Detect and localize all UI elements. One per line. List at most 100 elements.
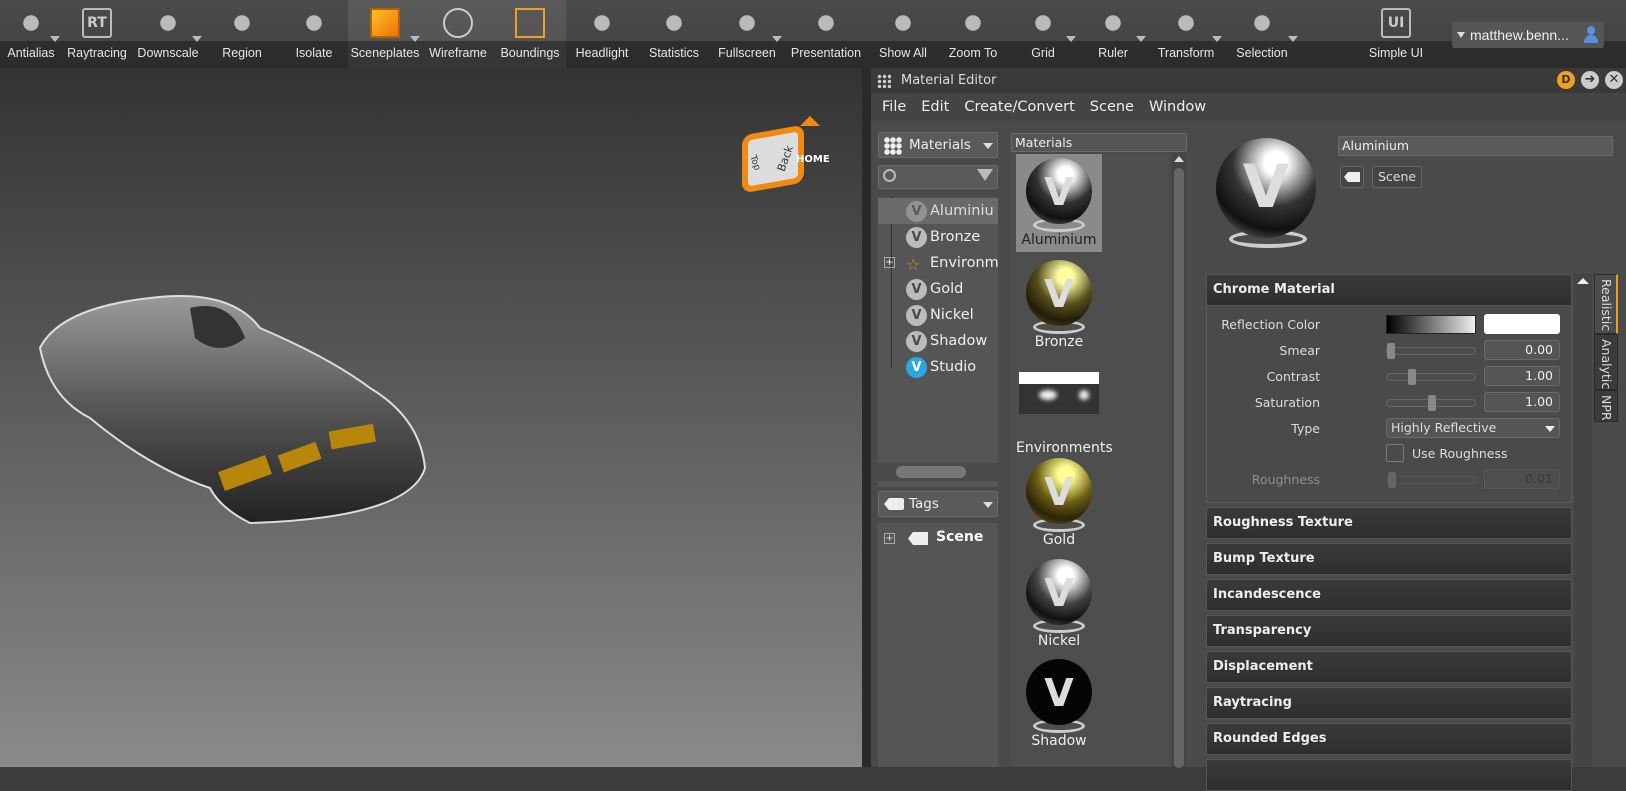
type-select[interactable]: Highly Reflective — [1386, 418, 1560, 438]
statistics-icon — [659, 8, 689, 38]
scroll-up-icon[interactable] — [1174, 156, 1184, 162]
toolbar-presentation-button[interactable]: Presentation — [784, 0, 868, 68]
filter-icon[interactable] — [977, 169, 993, 181]
user-menu[interactable]: matthew.benn... — [1452, 22, 1604, 48]
tree-item-nickel[interactable]: V Nickel — [878, 302, 998, 328]
slider-knob[interactable] — [1387, 343, 1395, 359]
expand-plus-icon[interactable]: + — [884, 533, 895, 544]
properties-scrollbar[interactable] — [1574, 274, 1592, 767]
tree-item-aluminium[interactable]: V Aluminiu — [878, 198, 998, 224]
tree-item-gold[interactable]: V Gold — [878, 276, 998, 302]
tree-hscrollbar[interactable] — [878, 463, 998, 481]
slider-knob[interactable] — [1428, 395, 1436, 411]
contrast-slider[interactable] — [1386, 369, 1476, 385]
toolbar-wireframe-button[interactable]: Wireframe — [422, 0, 494, 68]
thumb-environments[interactable]: Environments — [1016, 372, 1113, 462]
chevron-down-icon[interactable] — [1136, 36, 1146, 42]
saturation-slider[interactable] — [1386, 395, 1476, 411]
arrow-right-icon[interactable]: ➜ — [1581, 71, 1599, 89]
3d-viewport[interactable]: Back Top HOME — [0, 68, 862, 767]
scroll-up-icon[interactable] — [1577, 278, 1589, 284]
d-badge-icon[interactable]: D — [1557, 71, 1575, 89]
chevron-down-icon[interactable] — [1066, 36, 1076, 42]
toolbar-headlight-button[interactable]: Headlight — [566, 0, 638, 68]
toolbar-grid-button[interactable]: Grid — [1008, 0, 1078, 68]
tag-item-scene[interactable]: Scene — [936, 529, 983, 545]
thumb-bronze[interactable]: Bronze — [1016, 256, 1102, 354]
menu-file[interactable]: File — [882, 99, 906, 115]
panel-splitter[interactable] — [862, 68, 871, 767]
toolbar-sceneplates-button[interactable]: Sceneplates — [348, 0, 422, 68]
scene-tag-chip[interactable]: Scene — [1372, 166, 1423, 188]
toolbar-region-button[interactable]: Region — [204, 0, 280, 68]
chevron-down-icon[interactable] — [1288, 36, 1298, 42]
tags-dropdown[interactable]: Tags — [878, 491, 998, 517]
roughness-input[interactable]: 0.01 — [1484, 469, 1560, 489]
toolbar-selection-button[interactable]: Selection — [1224, 0, 1300, 68]
toolbar-zoom-to-button[interactable]: Zoom To — [938, 0, 1008, 68]
smear-slider[interactable] — [1386, 343, 1476, 359]
section-transparency[interactable]: Transparency — [1206, 615, 1572, 647]
toolbar-simple-ui-button[interactable]: UI Simple UI — [1356, 0, 1436, 68]
toolbar-fullscreen-button[interactable]: Fullscreen — [710, 0, 784, 68]
thumb-gold[interactable]: Gold — [1016, 454, 1102, 552]
close-icon[interactable]: ✕ — [1605, 71, 1623, 89]
reflection-gradient[interactable] — [1386, 315, 1476, 334]
section-displacement[interactable]: Displacement — [1206, 651, 1572, 683]
chevron-down-icon[interactable] — [1212, 36, 1222, 42]
toolbar-boundings-button[interactable]: Boundings — [494, 0, 566, 68]
section-bump-texture[interactable]: Bump Texture — [1206, 543, 1572, 575]
toolbar-ruler-button[interactable]: Ruler — [1078, 0, 1148, 68]
tag-icon — [884, 498, 904, 510]
menu-scene[interactable]: Scene — [1090, 99, 1134, 115]
tree-item-environments[interactable]: + ☆ Environm — [878, 250, 998, 276]
home-icon[interactable] — [800, 116, 820, 126]
contrast-input[interactable]: 1.00 — [1484, 366, 1560, 386]
toolbar-raytracing-button[interactable]: RT Raytracing — [62, 0, 132, 68]
tab-realistic[interactable]: Realistic — [1594, 274, 1618, 334]
section-more[interactable] — [1206, 759, 1572, 791]
tag-button[interactable] — [1340, 166, 1364, 188]
chevron-down-icon[interactable] — [772, 36, 782, 42]
section-raytracing[interactable]: Raytracing — [1206, 687, 1572, 719]
tab-analytic[interactable]: Analytic — [1594, 334, 1618, 390]
menu-window[interactable]: Window — [1149, 99, 1206, 115]
navigation-cube[interactable]: Back Top HOME — [742, 116, 830, 194]
saturation-input[interactable]: 1.00 — [1484, 392, 1560, 412]
chevron-down-icon[interactable] — [410, 36, 420, 42]
thumb-aluminium[interactable]: Aluminium — [1016, 154, 1102, 252]
tab-npr[interactable]: NPR — [1594, 390, 1618, 422]
toolbar-antialias-button[interactable]: Antialias — [0, 0, 62, 68]
toolbar-label: Raytracing — [67, 46, 127, 60]
menu-edit[interactable]: Edit — [921, 99, 949, 115]
tree-item-shadow[interactable]: V Shadow — [878, 328, 998, 354]
toolbar-isolate-button[interactable]: Isolate — [280, 0, 348, 68]
chevron-down-icon[interactable] — [50, 36, 60, 42]
section-roughness-texture[interactable]: Roughness Texture — [1206, 507, 1572, 539]
section-incandescence[interactable]: Incandescence — [1206, 579, 1572, 611]
search-input[interactable] — [878, 165, 998, 189]
expand-plus-icon[interactable]: + — [884, 257, 895, 268]
tree-item-studio[interactable]: V Studio — [878, 354, 998, 380]
home-label[interactable]: HOME — [796, 154, 830, 165]
material-name-input[interactable]: Aluminium — [1338, 136, 1613, 156]
thumbnail-scrollbar[interactable] — [1172, 154, 1186, 768]
thumb-shadow[interactable]: Shadow — [1016, 655, 1102, 755]
chevron-down-icon[interactable] — [192, 36, 202, 42]
tree-item-bronze[interactable]: V Bronze — [878, 224, 998, 250]
slider-knob[interactable] — [1407, 369, 1416, 385]
tree-view-dropdown[interactable]: Materials — [878, 132, 998, 158]
use-roughness-checkbox[interactable] — [1386, 444, 1404, 462]
reflection-color-swatch[interactable] — [1484, 314, 1560, 334]
toolbar-show-all-button[interactable]: Show All — [868, 0, 938, 68]
toolbar-downscale-button[interactable]: Downscale — [132, 0, 204, 68]
smear-input[interactable]: 0.00 — [1484, 340, 1560, 360]
toolbar-statistics-button[interactable]: Statistics — [638, 0, 710, 68]
roughness-slider[interactable] — [1386, 472, 1476, 488]
menu-create-convert[interactable]: Create/Convert — [964, 99, 1074, 115]
section-chrome-material[interactable]: Chrome Material — [1206, 274, 1572, 306]
slider-knob[interactable] — [1387, 472, 1396, 488]
toolbar-transform-button[interactable]: Transform — [1148, 0, 1224, 68]
section-rounded-edges[interactable]: Rounded Edges — [1206, 723, 1572, 755]
thumb-nickel[interactable]: Nickel — [1016, 555, 1102, 653]
